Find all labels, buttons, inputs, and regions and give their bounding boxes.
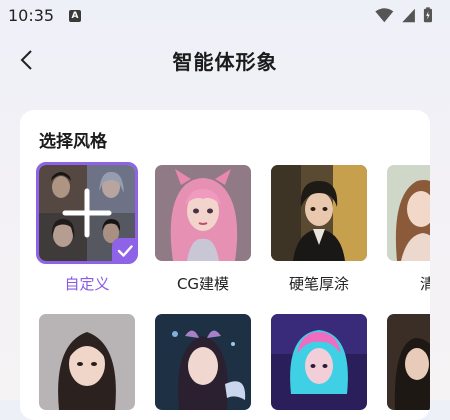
style-selection-card: 选择风格 自定义 CG建模 硬笔厚涂 清 <box>20 110 430 420</box>
status-time: 10:35 <box>8 6 55 25</box>
style-tile-cg[interactable]: CG建模 <box>155 165 251 294</box>
cg-style-image <box>155 165 251 261</box>
fantasy-style-image <box>155 314 251 410</box>
status-icons <box>375 7 432 23</box>
style-tile-realistic[interactable] <box>39 314 135 410</box>
style-label: CG建模 <box>176 275 230 293</box>
fresh-style-image <box>387 165 430 261</box>
style-tile-dark[interactable] <box>387 314 430 410</box>
style-label: 自定义 <box>64 275 110 293</box>
impasto-style-image <box>271 165 367 261</box>
cyber-style-image <box>271 314 367 410</box>
app-header: 智能体形象 <box>0 40 450 80</box>
style-tile-impasto[interactable]: 硬笔厚涂 <box>271 165 367 294</box>
custom-collage-image <box>36 162 138 264</box>
realistic-style-image <box>39 314 135 410</box>
style-label: 硬笔厚涂 <box>288 275 349 293</box>
wifi-icon <box>375 8 394 23</box>
section-title: 选择风格 <box>39 132 107 152</box>
style-tile-custom[interactable]: 自定义 <box>36 162 138 294</box>
style-tile-fresh[interactable]: 清新 <box>387 165 430 294</box>
style-tile-fantasy[interactable] <box>155 314 251 410</box>
status-bar: 10:35 A <box>0 0 450 32</box>
battery-icon <box>423 7 432 23</box>
selected-check-badge <box>112 238 135 261</box>
style-tile-cyber[interactable] <box>271 314 367 410</box>
dark-style-image <box>387 314 430 410</box>
style-label: 清新 <box>419 275 430 293</box>
notification-a-icon: A <box>69 10 81 22</box>
check-icon <box>117 245 133 257</box>
signal-icon <box>402 8 415 23</box>
page-title: 智能体形象 <box>172 50 278 74</box>
